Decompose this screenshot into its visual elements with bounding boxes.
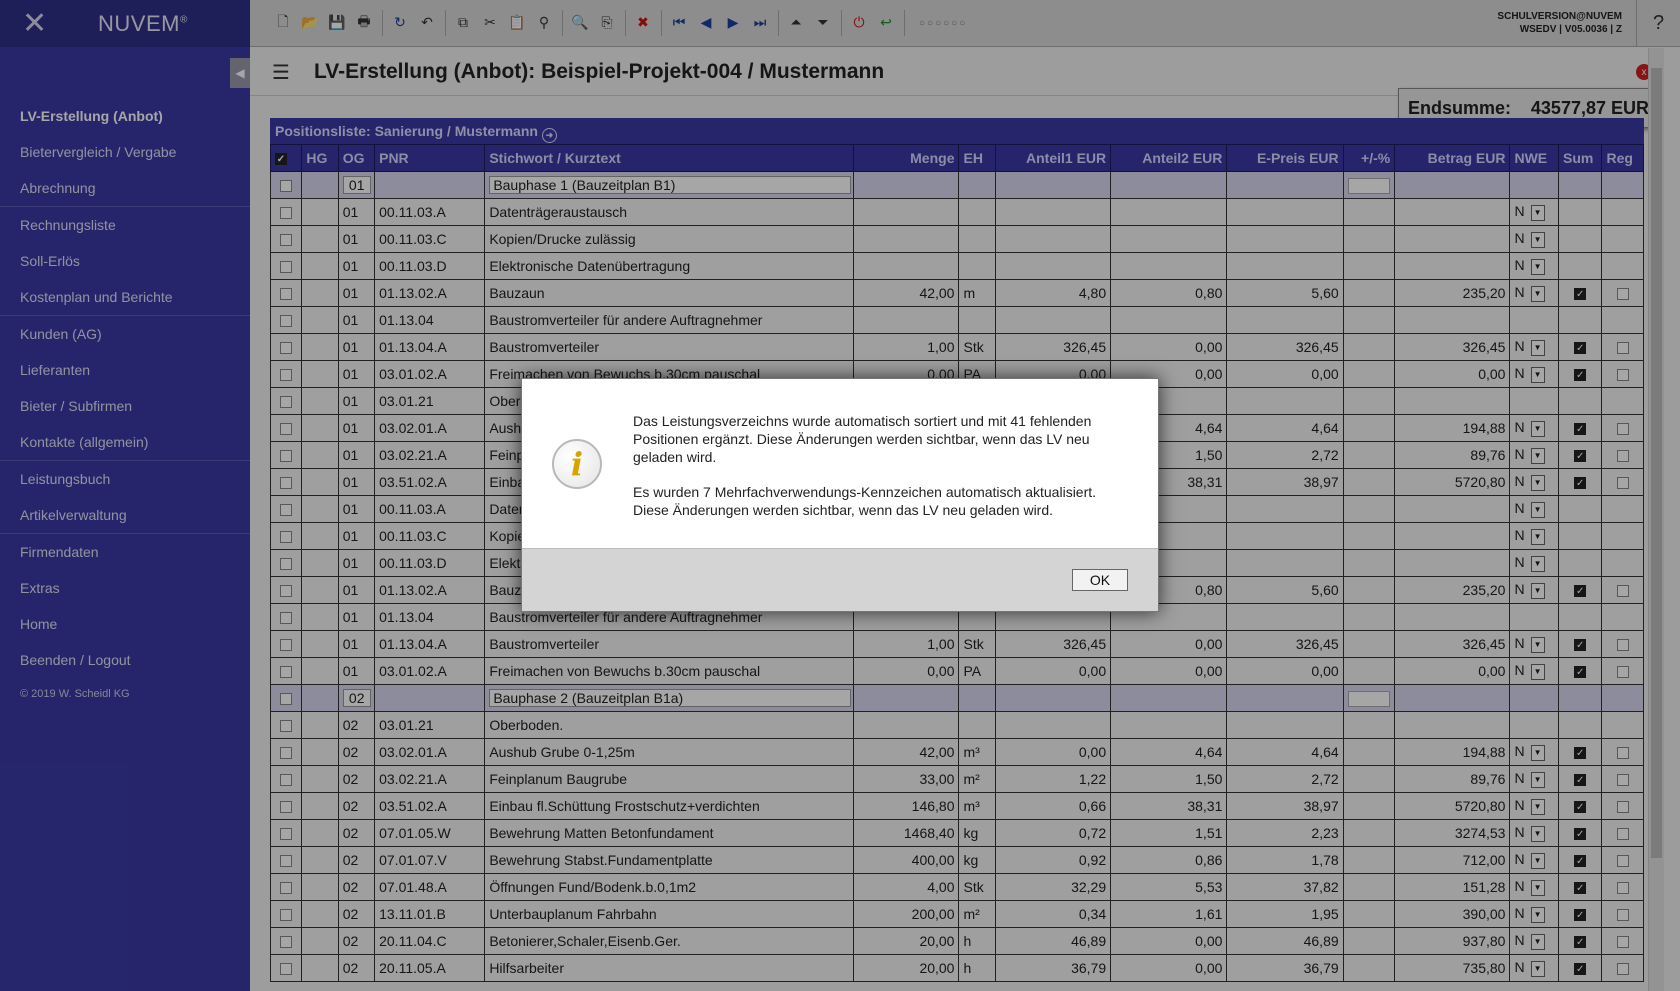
ok-button[interactable]: OK bbox=[1072, 569, 1128, 591]
dialog-message-line-1: Das Leistungsverzeichns wurde automatisc… bbox=[633, 413, 1092, 465]
dialog-message-line-2: Es wurden 7 Mehrfachverwendungs-Kennzeic… bbox=[633, 484, 1097, 518]
dialog-footer: OK bbox=[522, 548, 1158, 611]
dialog-message: Das Leistungsverzeichns wurde automatisc… bbox=[633, 412, 1113, 519]
info-dialog: i Das Leistungsverzeichns wurde automati… bbox=[521, 378, 1159, 612]
info-icon: i bbox=[552, 439, 602, 489]
